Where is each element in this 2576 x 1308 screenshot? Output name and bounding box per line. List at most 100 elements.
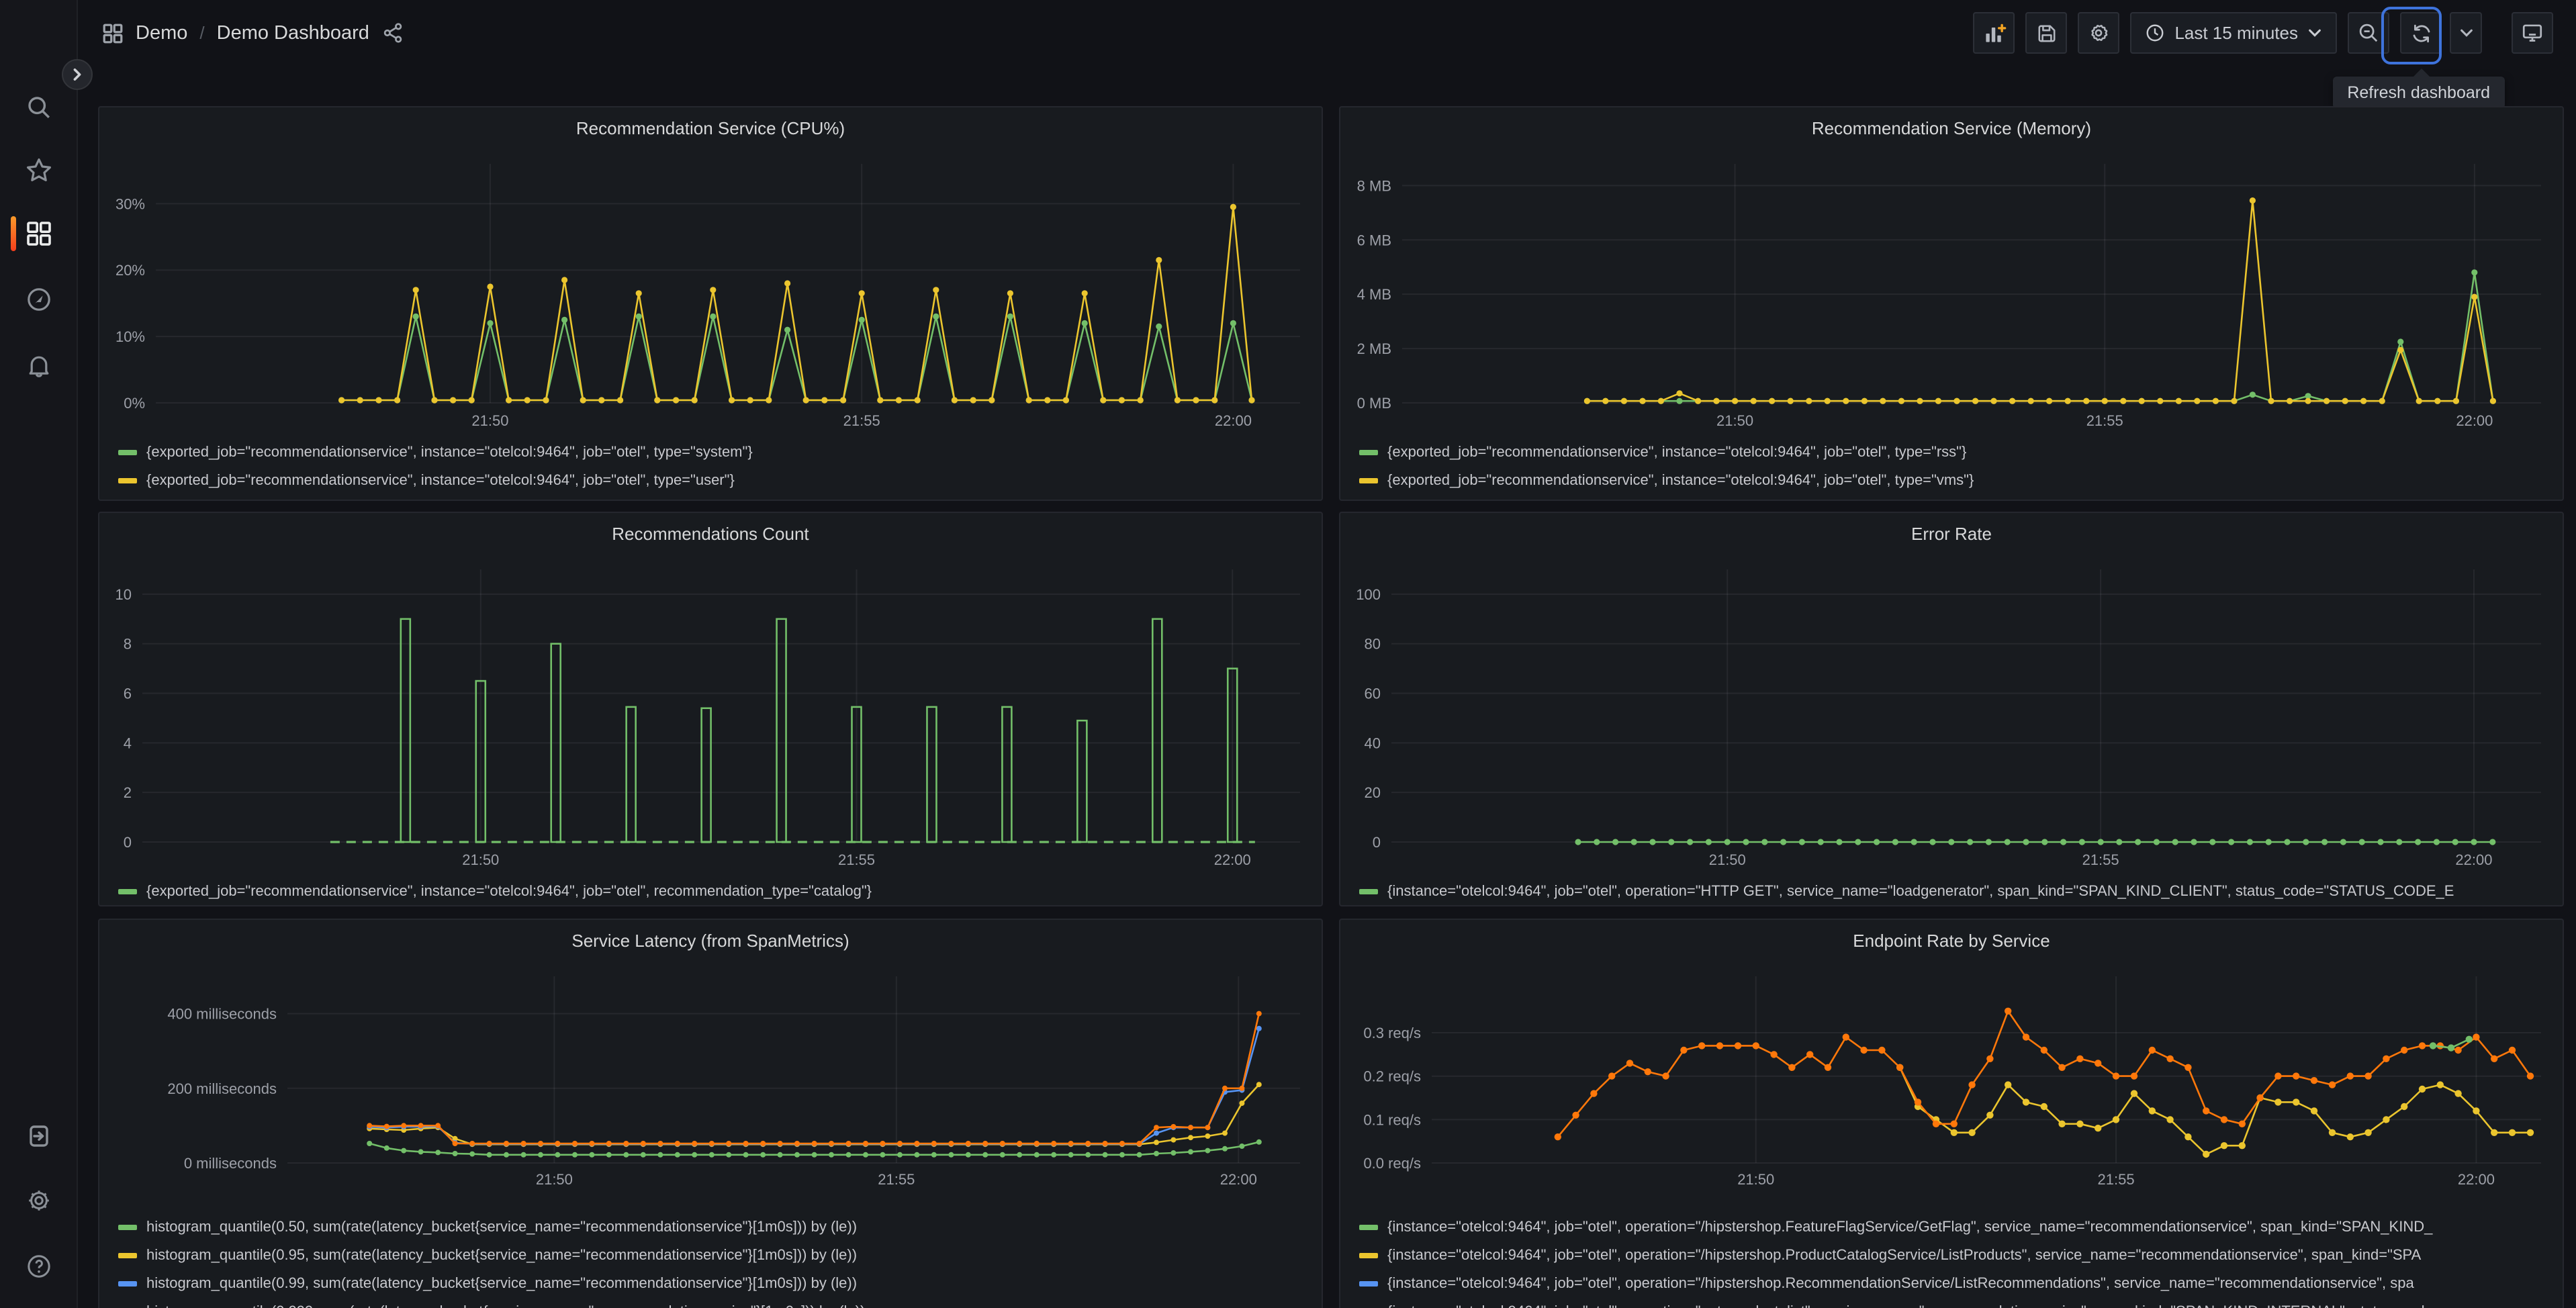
top-nav: Demo / Demo Dashboard Last 15 minutes Re…	[17, 0, 2576, 109]
sidebar-item-explore[interactable]	[0, 273, 77, 326]
y-tick-label: 100	[1356, 586, 1381, 603]
panel-error-rate: Error Rate 0 20 40 60 80 100 21:50 21:55 22:00 {i…	[1339, 512, 2564, 906]
y-tick-label: 0.2 req/s	[1363, 1068, 1421, 1085]
legend-label: {instance="otelcol:9464", job="otel", op…	[1387, 1219, 2433, 1235]
x-tick-label: 21:55	[2098, 1171, 2135, 1188]
x-tick-label: 21:50	[1737, 1171, 1774, 1188]
x-tick-label: 21:55	[838, 851, 875, 868]
add-panel-button[interactable]	[1973, 12, 2015, 54]
dashboard-settings-button[interactable]	[2078, 12, 2120, 54]
legend-item[interactable]: {instance="otelcol:9464", job="otel", op…	[1359, 1297, 2544, 1308]
x-tick-label: 21:55	[878, 1171, 915, 1188]
save-dashboard-button[interactable]	[2025, 12, 2068, 54]
sign-in-icon	[29, 1125, 48, 1147]
legend-item[interactable]: {instance="otelcol:9464", job="otel", op…	[1359, 1213, 2544, 1241]
y-tick-label: 6 MB	[1357, 232, 1391, 248]
legend-label: histogram_quantile(0.999, sum(rate(laten…	[146, 1303, 865, 1308]
legend-item[interactable]: {instance="otelcol:9464", job="otel", op…	[1359, 1241, 2544, 1269]
sidebar-item-dashboards[interactable]	[0, 207, 77, 261]
legend-item[interactable]: {exported_job="recommendationservice", i…	[1359, 466, 2544, 494]
sidebar-item-help[interactable]	[0, 1240, 77, 1293]
dashboards-grid-icon	[26, 222, 50, 246]
legend-swatch	[118, 888, 137, 894]
y-tick-label: 8	[124, 636, 132, 653]
panel-title[interactable]: Endpoint Rate by Service	[1340, 920, 2563, 960]
zoom-out-button[interactable]	[2348, 12, 2389, 54]
panel-endpoint-rate: Endpoint Rate by Service 0.0 req/s 0.1 re…	[1339, 919, 2564, 1308]
search-icon	[28, 97, 50, 119]
legend-swatch	[118, 1224, 137, 1229]
legend: {exported_job="recommendationservice", i…	[99, 438, 1322, 494]
sidebar-item-search[interactable]	[0, 81, 77, 134]
expand-sidebar-button[interactable]	[62, 59, 93, 90]
y-tick-label: 0	[124, 834, 132, 851]
apps-grid-icon[interactable]	[102, 22, 124, 44]
y-tick-label: 30%	[116, 195, 145, 212]
save-icon	[2037, 24, 2055, 42]
kiosk-mode-button[interactable]	[2512, 12, 2553, 54]
legend-label: {exported_job="recommendationservice", i…	[1387, 472, 1974, 488]
chart-canvas[interactable]: 0 2 4 6 8 10 21:50 21:55 22:00	[99, 553, 1322, 872]
x-tick-label: 21:50	[1709, 851, 1746, 868]
share-icon[interactable]	[381, 21, 404, 44]
legend-item[interactable]: {exported_job="recommendationservice", i…	[118, 877, 1303, 905]
legend-item[interactable]: histogram_quantile(0.95, sum(rate(latenc…	[118, 1241, 1303, 1269]
legend-item[interactable]: histogram_quantile(0.99, sum(rate(latenc…	[118, 1269, 1303, 1297]
chevron-right-icon	[73, 68, 81, 81]
sidebar-item-sign-in[interactable]	[0, 1109, 77, 1163]
legend-swatch	[1359, 449, 1378, 455]
y-tick-label: 0 milliseconds	[184, 1155, 277, 1172]
y-tick-label: 4 MB	[1357, 286, 1391, 303]
chart-canvas[interactable]: 0% 10% 20% 30% 21:50 21:55 22:00	[99, 148, 1322, 432]
dashboard-toolbar: Last 15 minutes	[1962, 12, 2553, 54]
legend-swatch	[1359, 1224, 1378, 1229]
chart-canvas[interactable]: 0 MB 2 MB 4 MB 6 MB 8 MB 21:50 21:55 22:00	[1340, 148, 2563, 432]
time-range-picker[interactable]: Last 15 minutes	[2130, 12, 2337, 54]
y-tick-label: 60	[1365, 686, 1381, 702]
x-tick-label: 22:00	[1220, 1171, 1257, 1188]
y-tick-label: 0.0 req/s	[1363, 1155, 1421, 1172]
legend: {exported_job="recommendationservice", i…	[1340, 438, 2563, 494]
legend-item[interactable]: {instance="otelcol:9464", job="otel", op…	[1359, 877, 2544, 905]
legend-item[interactable]: {instance="otelcol:9464", job="otel", op…	[1359, 1269, 2544, 1297]
sidebar-item-alerting[interactable]	[0, 338, 77, 392]
refresh-dashboard-button[interactable]	[2400, 12, 2442, 54]
sidebar	[0, 0, 78, 1308]
panel-recommendation-cpu: Recommendation Service (CPU%) 0% 10% 20% 30…	[98, 106, 1323, 501]
legend-item[interactable]: histogram_quantile(0.999, sum(rate(laten…	[118, 1297, 1303, 1308]
chart-canvas[interactable]: 0 20 40 60 80 100 21:50 21:55 22:00	[1340, 553, 2563, 872]
y-tick-label: 2	[124, 784, 132, 801]
chart-canvas[interactable]: 0 milliseconds 200 milliseconds 400 millis…	[99, 960, 1322, 1191]
breadcrumb-page-title: Demo Dashboard	[216, 22, 369, 44]
refresh-interval-dropdown[interactable]	[2450, 12, 2482, 54]
sidebar-item-settings[interactable]	[0, 1174, 77, 1227]
legend-item[interactable]: {exported_job="recommendationservice", i…	[118, 438, 1303, 466]
panel-title[interactable]: Recommendations Count	[99, 513, 1322, 553]
panel-title[interactable]: Service Latency (from SpanMetrics)	[99, 920, 1322, 960]
panel-title[interactable]: Error Rate	[1340, 513, 2563, 553]
legend-label: {instance="otelcol:9464", job="otel", op…	[1387, 1303, 2442, 1308]
legend-label: {instance="otelcol:9464", job="otel", op…	[1387, 1275, 2414, 1291]
compass-icon	[27, 288, 50, 311]
x-tick-label: 22:00	[2455, 851, 2492, 868]
active-indicator	[11, 216, 16, 251]
breadcrumb-section[interactable]: Demo	[136, 22, 187, 44]
legend-item[interactable]: {exported_job="recommendationservice", i…	[1359, 438, 2544, 466]
y-tick-label: 2 MB	[1357, 340, 1391, 357]
gear-icon	[28, 1190, 48, 1211]
y-tick-label: 0	[1373, 834, 1381, 851]
zoom-out-icon	[2359, 24, 2378, 42]
y-tick-label: 0.1 req/s	[1363, 1111, 1421, 1128]
y-tick-label: 10	[116, 586, 132, 603]
chart-canvas[interactable]: 0.0 req/s 0.1 req/s 0.2 req/s 0.3 req/s 21:5…	[1340, 960, 2563, 1191]
sidebar-item-starred[interactable]	[0, 144, 77, 197]
panel-title[interactable]: Recommendation Service (CPU%)	[99, 107, 1322, 148]
panel-service-latency: Service Latency (from SpanMetrics) 0 mil…	[98, 919, 1323, 1308]
legend-item[interactable]: {exported_job="recommendationservice", i…	[118, 466, 1303, 494]
chevron-down-icon	[2309, 29, 2321, 37]
legend-label: histogram_quantile(0.95, sum(rate(latenc…	[146, 1247, 858, 1263]
x-tick-label: 21:50	[462, 851, 499, 868]
x-tick-label: 22:00	[2456, 412, 2493, 429]
panel-title[interactable]: Recommendation Service (Memory)	[1340, 107, 2563, 148]
legend-item[interactable]: histogram_quantile(0.50, sum(rate(latenc…	[118, 1213, 1303, 1241]
